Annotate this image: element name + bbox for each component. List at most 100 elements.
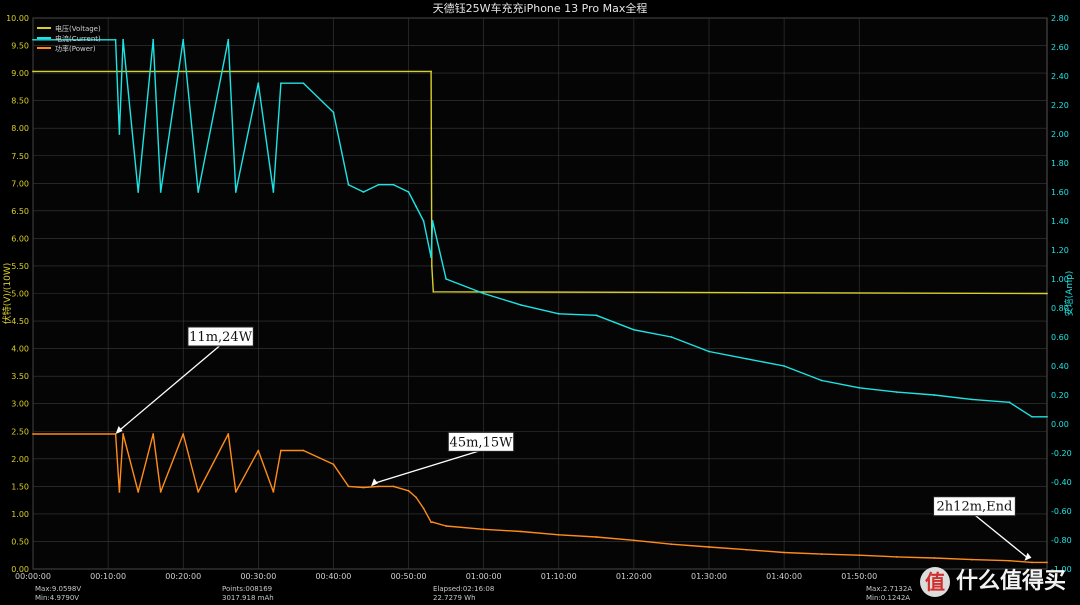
- data-point: [632, 539, 635, 542]
- data-point: [114, 38, 117, 41]
- y-right-tick-label: 0.00: [1051, 420, 1069, 429]
- data-point: [234, 191, 237, 193]
- data-point: [1008, 401, 1011, 404]
- data-point: [272, 191, 275, 193]
- data-point: [347, 485, 350, 488]
- x-tick-label: 01:50:00: [841, 572, 877, 581]
- data-point: [745, 548, 748, 551]
- y-left-tick-label: 8.50: [11, 97, 29, 106]
- chart-title: 天德钰25W车充充iPhone 13 Pro Max全程: [433, 1, 648, 15]
- data-point: [415, 496, 417, 499]
- data-point: [970, 558, 973, 561]
- x-tick-label: 01:10:00: [541, 572, 577, 581]
- data-point: [432, 290, 435, 293]
- watermark-text: 什么值得买: [955, 569, 1066, 594]
- legend-label: 电压(Voltage): [55, 24, 101, 33]
- y-left-tick-label: 2.00: [11, 455, 29, 464]
- annotation-label: 2h12m,End: [937, 500, 1013, 515]
- data-point: [595, 314, 598, 317]
- data-point: [122, 433, 125, 435]
- y-right-tick-label: -0.60: [1051, 507, 1072, 516]
- y-right-tick-label: 0.60: [1051, 333, 1069, 342]
- data-point: [520, 304, 523, 306]
- y-left-tick-label: 6.50: [11, 207, 29, 216]
- data-point: [302, 82, 305, 85]
- data-point: [445, 525, 448, 527]
- y-left-tick-label: 4.00: [11, 345, 29, 354]
- footer-wh: 22.7279 Wh: [433, 594, 476, 602]
- data-point: [407, 191, 410, 193]
- watermark-badge-icon: 值: [919, 567, 950, 597]
- y-right-tick-label: 2.80: [1051, 14, 1069, 23]
- watermark-logo: 值什么值得买: [919, 563, 1066, 597]
- data-point: [708, 350, 710, 353]
- y-left-tick-label: 1.00: [11, 510, 29, 519]
- data-point: [279, 82, 282, 85]
- data-point: [234, 490, 237, 493]
- y-left-tick-label: 4.50: [11, 317, 29, 326]
- data-point: [227, 38, 230, 41]
- data-point: [362, 486, 365, 489]
- y-left-tick-label: 10.00: [6, 14, 29, 23]
- data-point: [152, 38, 155, 41]
- data-point: [783, 365, 786, 367]
- data-point: [422, 220, 425, 222]
- y-left-tick-label: 9.00: [11, 69, 29, 78]
- data-point: [557, 312, 560, 315]
- data-point: [122, 38, 125, 41]
- y-right-tick-label: 1.80: [1051, 159, 1069, 168]
- data-point: [197, 191, 200, 193]
- data-point: [362, 191, 365, 193]
- data-point: [415, 205, 417, 208]
- x-tick-label: 00:50:00: [391, 572, 427, 581]
- charging-chart: 天德钰25W车充充iPhone 13 Pro Max全程 10.00 9.50 9.0…: [1, 1, 1075, 581]
- data-point: [1031, 415, 1033, 418]
- data-point: [595, 536, 598, 538]
- data-point: [482, 528, 485, 531]
- y-right-tick-label: -0.40: [1051, 478, 1072, 487]
- x-tick-label: 00:00:00: [15, 572, 51, 581]
- footer-points: Points:008169: [222, 585, 273, 593]
- data-point: [257, 82, 260, 85]
- data-point: [670, 543, 673, 546]
- data-point: [430, 256, 432, 259]
- y-left-tick-label: 5.50: [11, 262, 29, 271]
- data-point: [895, 555, 898, 558]
- annotation-label: 45m,15W: [450, 435, 514, 450]
- data-point: [152, 433, 155, 435]
- y-left-tick-label: 2.50: [11, 427, 29, 436]
- data-point: [1046, 415, 1048, 418]
- y-right-axis-label: 安培(Amp): [1063, 271, 1075, 317]
- data-point: [431, 220, 434, 222]
- data-point: [257, 449, 260, 452]
- data-point: [970, 398, 973, 401]
- y-left-tick-label: 0.50: [11, 537, 29, 546]
- y-right-tick-label: 0.40: [1051, 362, 1069, 371]
- x-tick-label: 00:40:00: [315, 572, 351, 581]
- data-point: [32, 70, 34, 73]
- y-left-tick-label: 1.50: [11, 482, 29, 491]
- y-left-tick-label: 7.00: [11, 179, 29, 188]
- data-point: [858, 386, 861, 389]
- annotation-label: 11m,24W: [189, 330, 253, 345]
- data-point: [182, 433, 185, 435]
- data-point: [118, 490, 121, 493]
- data-point: [227, 433, 230, 435]
- data-point: [332, 111, 335, 114]
- y-right-tick-label: 1.20: [1051, 246, 1069, 255]
- y-right-tick-label: 2.60: [1051, 43, 1069, 52]
- y-left-tick-label: 3.00: [11, 400, 29, 409]
- y-left-tick-label: 6.00: [11, 234, 29, 243]
- data-point: [520, 530, 523, 533]
- y-right-tick-label: 1.60: [1051, 188, 1069, 197]
- data-point: [377, 485, 380, 488]
- y-left-tick-label: 9.50: [11, 42, 29, 51]
- y-left-tick-label: 7.50: [11, 152, 29, 161]
- data-point: [118, 133, 121, 135]
- data-point: [392, 485, 395, 488]
- y-left-axis-label: 伏特(V)/(10W): [1, 263, 13, 325]
- footer-mah: 3017.918 mAh: [222, 594, 274, 602]
- data-point: [159, 191, 162, 193]
- y-left-tick-label: 5.00: [11, 290, 29, 299]
- footer-elapsed: Elapsed:02:16:08: [433, 585, 495, 593]
